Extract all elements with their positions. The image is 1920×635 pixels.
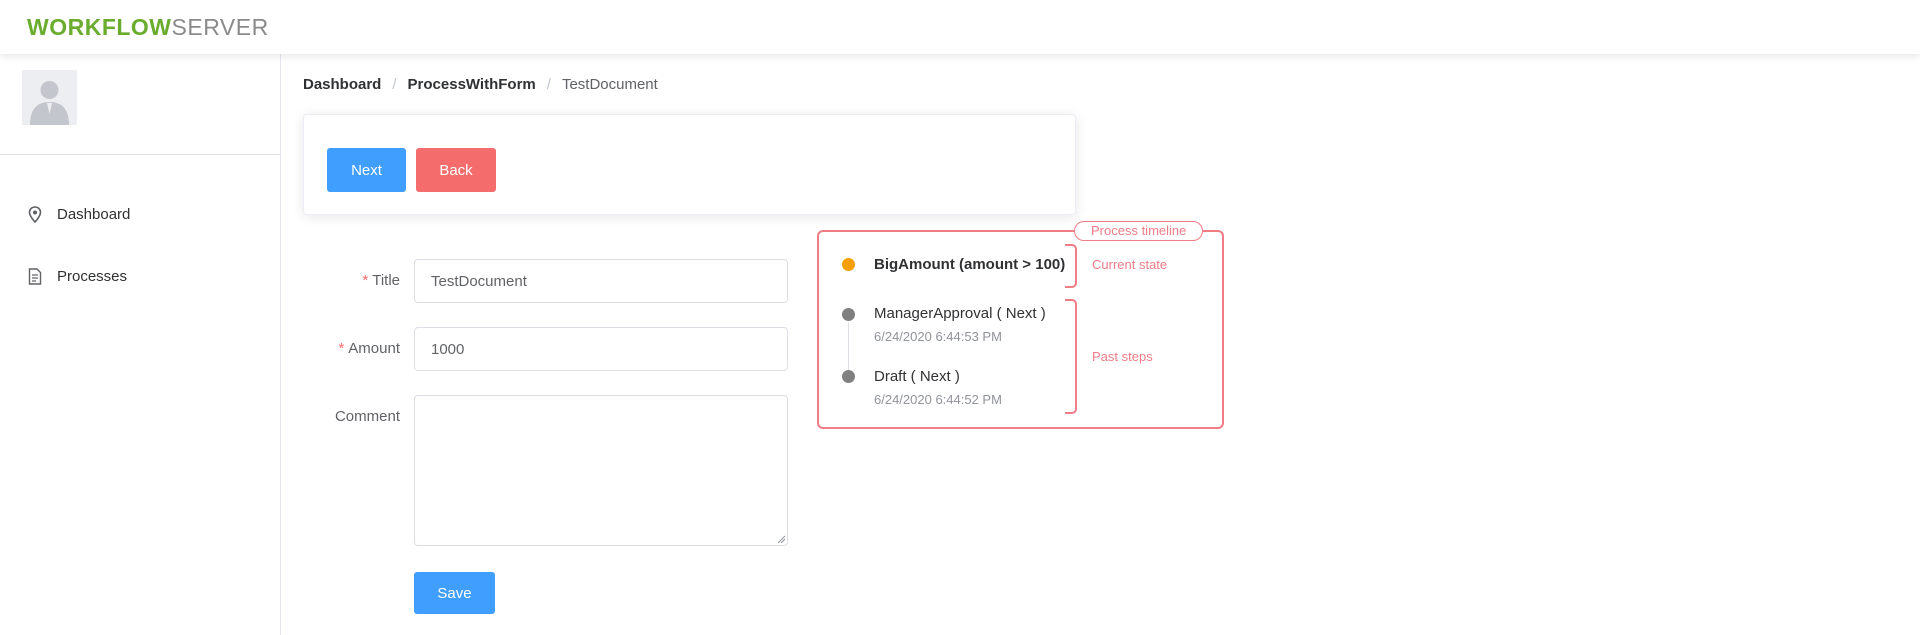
sidebar-item-label: Processes [57, 267, 128, 285]
past-step-dot-icon [842, 370, 855, 383]
breadcrumb-current-document: TestDocument [561, 76, 658, 93]
document-icon [27, 267, 43, 285]
current-state-annotation: Current state [1092, 257, 1168, 272]
required-mark: * [362, 272, 369, 289]
comment-field-label: Comment [280, 408, 400, 425]
app-logo[interactable]: WORKFLOWSERVER [27, 14, 269, 40]
current-state-title: BigAmount (amount > 100) [874, 256, 1066, 273]
back-button[interactable]: Back [416, 148, 496, 192]
title-field-label: * Title [280, 272, 400, 289]
sidebar-item-dashboard[interactable]: Dashboard [0, 194, 281, 234]
sidebar: Dashboard Processes [0, 54, 281, 635]
sidebar-divider [0, 154, 281, 155]
breadcrumb: Dashboard / ProcessWithForm / TestDocume… [303, 75, 658, 95]
logo-bold-text: WORKFLOW [27, 14, 172, 40]
user-silhouette-icon [30, 81, 69, 125]
process-timeline-tag: Process timeline [1074, 221, 1204, 241]
title-input[interactable]: TestDocument [414, 259, 788, 303]
title-input-value: TestDocument [431, 272, 527, 290]
timeline-connector [848, 322, 849, 377]
past-step-dot-icon [842, 308, 855, 321]
next-button[interactable]: Next [327, 148, 406, 192]
title-label-text: Title [372, 272, 400, 289]
amount-label-text: Amount [348, 340, 400, 357]
past-steps-bracket [1065, 299, 1077, 414]
breadcrumb-dashboard-link[interactable]: Dashboard [303, 75, 381, 95]
past-step-date: 6/24/2020 6:44:53 PM [874, 329, 1002, 344]
logo-light-text: SERVER [171, 14, 269, 40]
comment-label-text: Comment [334, 408, 400, 425]
commands-card: Next Back [303, 114, 1076, 215]
required-mark: * [338, 340, 345, 357]
user-avatar[interactable] [22, 70, 77, 125]
location-pin-icon [27, 205, 43, 223]
amount-field-label: * Amount [280, 340, 400, 357]
current-state-bracket [1065, 244, 1077, 288]
amount-input[interactable]: 1000 [414, 327, 788, 371]
current-state-dot-icon [842, 258, 855, 271]
breadcrumb-separator: / [392, 76, 397, 93]
save-button[interactable]: Save [414, 572, 495, 614]
past-step-title: ManagerApproval ( Next ) [874, 305, 1046, 322]
past-step-date: 6/24/2020 6:44:52 PM [874, 392, 1002, 407]
top-header: WORKFLOWSERVER [0, 0, 1920, 54]
sidebar-item-processes[interactable]: Processes [0, 256, 281, 296]
past-step-title: Draft ( Next ) [874, 368, 960, 385]
breadcrumb-process-link[interactable]: ProcessWithForm [408, 75, 536, 95]
breadcrumb-separator: / [546, 76, 551, 93]
comment-textarea[interactable] [414, 395, 788, 546]
resize-handle-icon[interactable] [777, 535, 785, 543]
amount-input-value: 1000 [431, 340, 465, 358]
past-steps-annotation: Past steps [1092, 349, 1153, 364]
sidebar-item-label: Dashboard [57, 205, 131, 223]
